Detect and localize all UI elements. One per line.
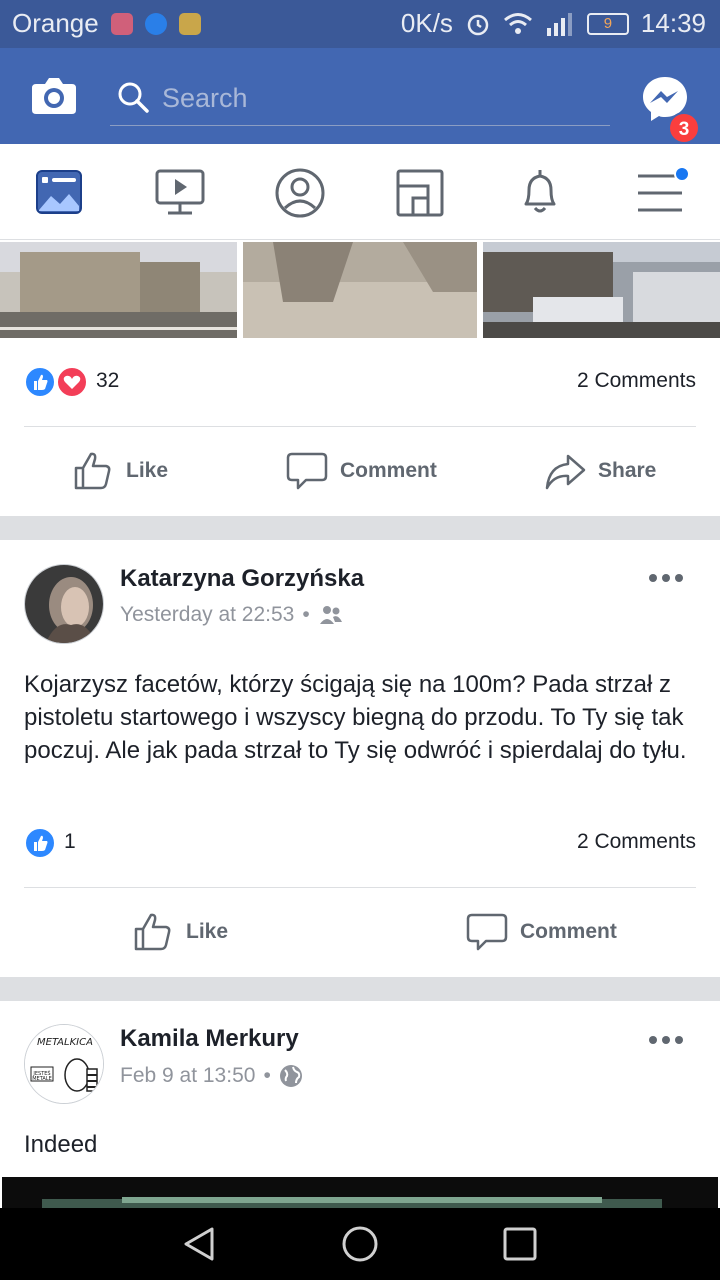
messenger-notification-icon xyxy=(144,12,167,35)
reaction-count: 32 xyxy=(96,369,120,392)
tab-marketplace[interactable] xyxy=(393,166,447,220)
tab-profile[interactable] xyxy=(273,166,327,220)
svg-text:METALE: METALE xyxy=(32,1076,52,1082)
marketplace-icon xyxy=(396,169,444,217)
more-options-icon[interactable] xyxy=(648,1030,684,1050)
friends-audience-icon xyxy=(319,606,342,624)
author-name[interactable]: Kamila Merkury xyxy=(120,1025,299,1053)
comment-button[interactable]: Comment xyxy=(286,447,437,495)
news-feed-icon xyxy=(36,170,82,214)
profile-icon xyxy=(275,168,325,218)
post-photo-2[interactable] xyxy=(243,242,477,338)
thumbs-up-icon xyxy=(74,452,111,490)
metalkica-logo-avatar: METALKICA JESTEŚ METALE xyxy=(25,1025,103,1103)
post-meta: Feb 9 at 13:50 • xyxy=(120,1064,303,1088)
recents-nav-icon[interactable] xyxy=(500,1224,540,1264)
like-button[interactable]: Like xyxy=(72,447,168,495)
network-speed: 0K/s xyxy=(400,8,453,38)
author-avatar[interactable]: METALKICA JESTEŚ METALE xyxy=(24,1024,104,1104)
like-label: Like xyxy=(186,920,229,943)
camera-button[interactable] xyxy=(30,72,78,118)
signal-icon xyxy=(546,12,572,36)
wifi-hotspot-notification-icon xyxy=(178,12,201,35)
tab-bar xyxy=(0,144,720,240)
bell-icon xyxy=(524,170,556,213)
divider xyxy=(24,426,696,427)
watch-video-icon xyxy=(155,169,205,215)
comment-button[interactable]: Comment xyxy=(466,908,617,956)
instagram-notification-icon xyxy=(110,12,133,35)
alarm-icon xyxy=(467,14,489,35)
search-input[interactable] xyxy=(162,78,602,118)
share-button[interactable]: Share xyxy=(544,447,656,495)
back-nav-icon[interactable] xyxy=(180,1224,220,1264)
battery-indicator: 9 xyxy=(586,12,629,35)
status-bar: Orange 0K/s 9 14:39 xyxy=(0,0,720,48)
post-image xyxy=(2,1177,718,1208)
share-label: Share xyxy=(598,459,657,482)
divider xyxy=(24,887,696,888)
messenger-unread-badge: 3 xyxy=(668,112,700,144)
clock: 14:39 xyxy=(640,8,706,38)
carrier-label: Orange xyxy=(12,8,99,38)
author-avatar[interactable] xyxy=(24,564,104,644)
reaction-count: 1 xyxy=(64,830,76,853)
globe-public-icon xyxy=(279,1065,302,1087)
stone-photo xyxy=(243,242,477,338)
comment-bubble-icon xyxy=(286,452,328,490)
meta-separator: • xyxy=(263,1064,271,1087)
thumbs-up-icon xyxy=(134,913,171,951)
android-navigation-bar xyxy=(0,1208,720,1280)
wifi-icon xyxy=(503,12,532,34)
post-image-preview[interactable] xyxy=(2,1177,718,1208)
post-timestamp[interactable]: Feb 9 at 13:50 xyxy=(120,1064,255,1088)
author-name[interactable]: Katarzyna Gorzyńska xyxy=(120,565,364,593)
comments-count-link[interactable]: 2 Comments xyxy=(577,369,696,393)
post-photo-3[interactable] xyxy=(483,242,720,338)
post-reactions-summary[interactable]: 32 2 Comments xyxy=(24,366,696,406)
comments-count-link[interactable]: 2 Comments xyxy=(577,830,696,854)
post-timestamp[interactable]: Yesterday at 22:53 xyxy=(120,603,294,627)
home-nav-icon[interactable] xyxy=(340,1224,380,1264)
meta-separator: • xyxy=(302,603,310,626)
feed-separator xyxy=(0,516,720,540)
post-photo-1[interactable] xyxy=(0,242,237,338)
comment-bubble-icon xyxy=(466,913,508,951)
tab-watch[interactable] xyxy=(153,166,207,220)
top-bar: 3 xyxy=(0,48,720,144)
post-meta: Yesterday at 22:53 • xyxy=(120,603,344,627)
tab-notifications[interactable] xyxy=(513,166,567,220)
svg-text:METALKICA: METALKICA xyxy=(37,1037,93,1048)
search-icon xyxy=(118,82,149,113)
menu-notification-dot xyxy=(674,166,690,182)
avatar-photo xyxy=(25,565,103,643)
comment-label: Comment xyxy=(520,920,617,943)
street-photo xyxy=(483,242,720,338)
like-button[interactable]: Like xyxy=(132,908,228,956)
more-options-icon[interactable] xyxy=(648,568,684,588)
like-reaction-icon xyxy=(24,827,56,859)
camera-icon xyxy=(32,78,76,114)
like-reaction-icon xyxy=(24,366,56,398)
like-label: Like xyxy=(126,459,169,482)
search-bar[interactable] xyxy=(110,72,610,126)
share-arrow-icon xyxy=(545,454,586,490)
post-text: Indeed xyxy=(24,1131,98,1158)
post-reactions-summary[interactable]: 1 2 Comments xyxy=(24,827,696,867)
cityscape-photo xyxy=(0,242,237,338)
tab-news-feed[interactable] xyxy=(33,166,87,220)
post-text: Kojarzysz facetów, którzy ścigają się na… xyxy=(24,671,687,764)
love-reaction-icon xyxy=(56,366,88,398)
comment-label: Comment xyxy=(340,459,437,482)
feed-separator xyxy=(0,977,720,1001)
